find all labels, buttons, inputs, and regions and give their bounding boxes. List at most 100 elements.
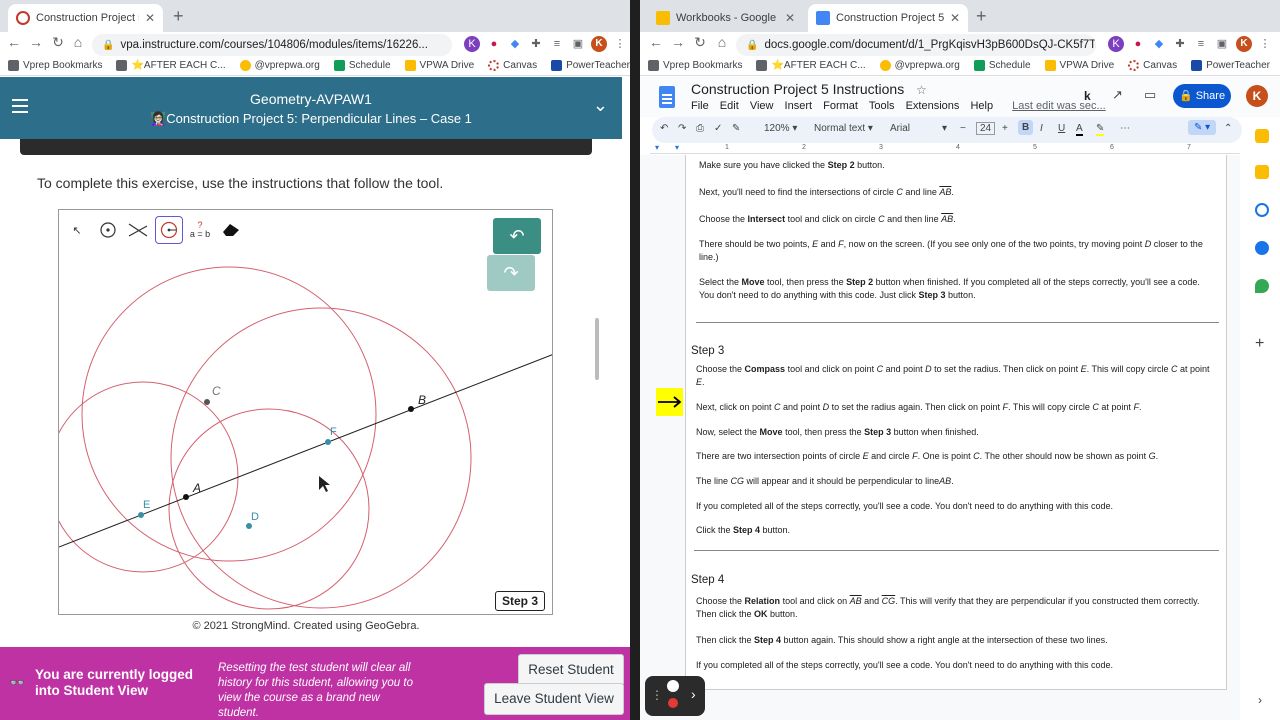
url-input[interactable]: 🔒 vpa.instructure.com/courses/104806/mod… [92,34,452,56]
bookmark-item[interactable]: Canvas [488,60,537,71]
tab-google-drive[interactable]: Workbooks - Google Drive ✕ [648,4,803,32]
bold-button[interactable]: B [1018,120,1034,135]
more-options-icon[interactable]: ⋯ [1120,123,1130,134]
contacts-icon[interactable] [1255,241,1269,255]
geometry-drawing[interactable] [59,210,553,615]
close-tab-icon[interactable]: ✕ [785,11,795,25]
puzzle-icon[interactable]: ✚ [528,36,544,52]
bookmark-item[interactable]: PowerTeacher [551,60,630,71]
profile-avatar[interactable]: K [1236,36,1252,52]
editing-mode-icon[interactable]: ✎ ▾ [1188,120,1217,135]
stop-record-icon[interactable] [668,698,678,708]
window-divider[interactable] [630,0,640,720]
bookmark-item[interactable]: ⭐AFTER EACH C... [756,60,866,71]
last-edit-link[interactable]: Last edit was sec... [1012,100,1106,112]
font-dropdown-icon[interactable]: ▾ [942,123,947,134]
bookmark-item[interactable]: ⭐AFTER EACH C... [116,60,226,71]
menu-view[interactable]: View [750,100,774,112]
close-tab-icon[interactable]: ✕ [145,11,155,25]
italic-button[interactable]: I [1040,123,1043,134]
tab-construction-project[interactable]: Construction Project 5: Perpe ✕ [8,4,163,32]
home-icon[interactable]: ⌂ [712,34,732,50]
extension-icon[interactable]: ● [1130,36,1146,52]
undo-icon[interactable]: ↶ [660,123,668,134]
forward-icon[interactable]: → [668,34,688,50]
keep-icon[interactable] [1255,165,1269,179]
text-color-button[interactable]: A [1076,123,1083,136]
drag-handle-icon[interactable]: ⋮ [651,688,663,702]
reload-icon[interactable]: ↻ [690,34,710,51]
menu-edit[interactable]: Edit [720,100,739,112]
extension-icon[interactable]: ◆ [1151,36,1167,52]
add-icon[interactable]: + [1255,335,1264,353]
bookmark-item[interactable]: @vprepwa.org [239,60,320,71]
tab-docs[interactable]: Construction Project 5 Instructi ✕ [808,4,968,32]
share-button[interactable]: 🔒 Share [1173,84,1231,108]
decrease-font-button[interactable]: − [960,123,966,134]
home-icon[interactable]: ⌂ [68,34,88,50]
calendar-icon[interactable] [1255,129,1269,143]
back-icon[interactable]: ← [4,34,24,50]
bookmark-item[interactable]: Canvas [1128,60,1177,71]
url-input[interactable]: 🔒 docs.google.com/document/d/1_PrgKqisvH… [736,34,1096,56]
underline-button[interactable]: U [1058,123,1065,134]
bookmark-item[interactable]: @vprepwa.org [879,60,960,71]
document-page[interactable]: Make sure you have clicked the Step 2 bu… [685,155,1227,690]
bookmark-item[interactable]: Vprep Bookmarks [8,60,102,71]
scrollbar[interactable] [595,318,599,380]
forward-icon[interactable]: → [26,34,46,50]
leave-student-view-button[interactable]: Leave Student View [484,683,624,715]
close-tab-icon[interactable]: ✕ [950,11,960,25]
paint-format-icon[interactable]: ✎ [732,123,740,134]
extension-icon[interactable]: ◆ [507,36,523,52]
print-icon[interactable]: ⎙ [696,123,704,134]
geogebra-applet[interactable]: ↖ ? a = b ↶ ↷ C B F A E D Step 3 [58,209,553,615]
menu-extensions[interactable]: Extensions [906,100,960,112]
chevron-down-icon[interactable]: ⌄ [593,95,608,116]
reload-icon[interactable]: ↻ [48,34,68,51]
menu-tools[interactable]: Tools [869,100,895,112]
new-tab-button[interactable]: + [173,6,184,27]
menu-help[interactable]: Help [970,100,993,112]
menu-format[interactable]: Format [823,100,858,112]
font-size-input[interactable]: 24 [976,122,996,135]
reset-student-button[interactable]: Reset Student [518,654,624,686]
new-tab-button[interactable]: + [976,6,987,27]
step-3-button[interactable]: Step 3 [495,591,546,611]
sidepanel-icon[interactable]: ▣ [1214,36,1230,52]
redo-icon[interactable]: ↷ [678,123,686,134]
menu-file[interactable]: File [691,100,709,112]
maps-icon[interactable] [1255,279,1269,293]
extension-k-icon[interactable]: k [1084,89,1091,103]
menu-icon[interactable]: ⋮ [1257,36,1273,52]
bookmark-item[interactable]: Schedule [333,60,391,71]
bookmark-item[interactable]: PowerTeacher [1191,60,1270,71]
style-select[interactable]: Normal text ▾ [814,123,873,134]
bookmark-item[interactable]: Vprep Bookmarks [648,60,742,71]
puzzle-icon[interactable]: ✚ [1172,36,1188,52]
bookmark-item[interactable]: Schedule [973,60,1031,71]
menu-icon[interactable]: ⋮ [612,36,628,52]
extension-icon[interactable]: ● [486,36,502,52]
docs-logo-icon[interactable] [659,86,675,108]
document-title[interactable]: Construction Project 5 Instructions ☆ [691,81,927,97]
font-select[interactable]: Arial [890,123,910,134]
media-icon[interactable]: ≡ [1193,36,1209,52]
chevron-up-icon[interactable]: ⌃ [1224,123,1232,134]
document-canvas[interactable]: Make sure you have clicked the Step 2 bu… [640,155,1240,720]
chevron-right-icon[interactable]: › [691,686,696,702]
extension-k-icon[interactable]: K [464,36,480,52]
comments-icon[interactable]: ▭ [1144,87,1156,103]
bookmark-item[interactable]: VPWA Drive [404,60,474,71]
chevron-right-icon[interactable]: › [1258,693,1262,707]
media-icon[interactable]: ≡ [549,36,565,52]
menu-insert[interactable]: Insert [785,100,813,112]
sidepanel-icon[interactable]: ▣ [570,36,586,52]
pause-icon[interactable] [667,680,679,692]
highlight-icon[interactable]: ✎ [1096,123,1105,136]
profile-avatar[interactable]: K [591,36,607,52]
profile-avatar[interactable]: K [1246,85,1268,107]
increase-font-button[interactable]: + [1002,123,1008,134]
extension-k-icon[interactable]: K [1108,36,1124,52]
zoom-select[interactable]: 120% ▾ [764,123,797,134]
